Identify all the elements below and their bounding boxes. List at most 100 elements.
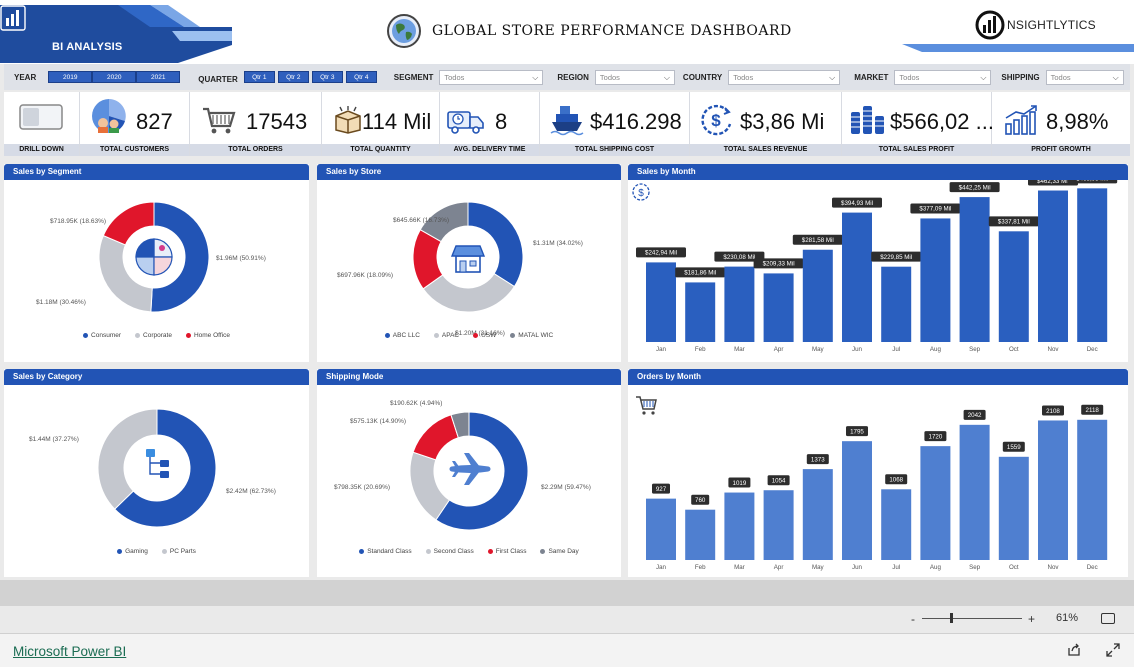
quarter-3-button[interactable]: Qtr 3	[311, 71, 343, 83]
bar-dec[interactable]	[1077, 188, 1108, 342]
legend-dot	[161, 549, 167, 554]
zoom-in-button[interactable]: +	[1028, 612, 1035, 626]
x-tick-label: Jun	[852, 564, 863, 571]
data-label: 760	[695, 497, 706, 504]
bar-jun[interactable]	[842, 212, 872, 342]
data-label: $442,25 Mil	[959, 184, 991, 191]
legend-item[interactable]: PC Parts	[161, 548, 196, 555]
bar-mar[interactable]	[724, 492, 755, 560]
bar-apr[interactable]	[763, 273, 794, 342]
bar-aug[interactable]	[920, 446, 951, 560]
year-2021-button[interactable]: 2021	[136, 71, 181, 83]
market-dropdown[interactable]: Todos ⌵	[894, 69, 992, 85]
legend-item[interactable]: Second Class	[425, 548, 474, 555]
total-customers-value: 827	[136, 109, 173, 134]
legend-item[interactable]: APAC	[433, 332, 459, 339]
x-tick-label: Feb	[695, 346, 706, 353]
panel-title: Sales by Month	[628, 164, 1128, 180]
logo-text: NSIGHTLYTICS	[1007, 18, 1096, 32]
quarter-1-button[interactable]: Qtr 1	[243, 71, 275, 83]
bar-may[interactable]	[802, 249, 833, 342]
quarter-2-button[interactable]: Qtr 2	[277, 71, 309, 83]
zoom-slider-handle[interactable]	[950, 613, 953, 623]
svg-text:$: $	[711, 111, 721, 130]
panel-title: Sales by Store	[317, 164, 621, 180]
header-stripe	[902, 44, 1134, 52]
box-icon	[335, 106, 361, 134]
legend-item[interactable]: Standard Class	[359, 548, 412, 555]
shipping-dropdown[interactable]: Todos ⌵	[1045, 69, 1124, 85]
legend-item[interactable]: USW	[473, 332, 496, 339]
hierarchy-icon	[146, 449, 169, 478]
legend-item[interactable]: Corporate	[135, 332, 172, 339]
bar-may[interactable]	[802, 469, 833, 560]
legend-item[interactable]: ABC LLC	[384, 332, 420, 339]
quarter-4-button[interactable]: Qtr 4	[345, 71, 377, 83]
data-label: $242,94 Mil	[645, 250, 677, 257]
legend-item[interactable]: Gaming	[117, 548, 148, 555]
x-tick-label: Jan	[656, 346, 667, 353]
fit-to-page-icon[interactable]	[1101, 613, 1115, 624]
legend-item[interactable]: First Class	[487, 548, 526, 555]
donut-slice-pc-parts[interactable]	[97, 408, 158, 510]
bar-jan[interactable]	[646, 498, 676, 560]
legend-label: Home Office	[193, 332, 230, 339]
legend-dot	[185, 333, 191, 338]
toggle-icon[interactable]	[19, 104, 63, 130]
logo-mark-icon	[975, 10, 1005, 40]
fullscreen-icon[interactable]	[1106, 643, 1120, 657]
x-tick-label: Mar	[734, 346, 745, 353]
data-label: 2042	[968, 412, 982, 419]
legend-label: MATAL WIC	[518, 332, 554, 339]
bar-sep[interactable]	[959, 424, 990, 560]
legend-item[interactable]: Consumer	[83, 332, 121, 339]
total-quantity-value: 114 Mil	[362, 109, 432, 134]
shipping-mode-panel: Shipping Mode $2.29M (59.47%) $798.35K (2…	[317, 369, 621, 577]
bar-nov[interactable]	[1038, 420, 1068, 560]
bar-dec[interactable]	[1077, 419, 1108, 560]
sales-by-month-panel: Sales by Month $ $242,94 Mil Jan $181,86 M…	[628, 164, 1128, 362]
bar-oct[interactable]	[998, 456, 1029, 560]
country-dropdown[interactable]: Todos ⌵	[728, 69, 841, 85]
filter-bar: YEAR 2019 2020 2021 QUARTER Qtr 1 Qtr 2 …	[4, 64, 1130, 90]
x-tick-label: Oct	[1009, 564, 1019, 571]
donut-slice-abc-llc[interactable]	[467, 201, 524, 288]
legend-label: Second Class	[433, 548, 474, 555]
donut-slice-first-class[interactable]	[412, 414, 459, 461]
bar-jun[interactable]	[842, 441, 872, 560]
bar-apr[interactable]	[763, 490, 794, 560]
x-tick-label: Apr	[774, 346, 784, 353]
bar-mar[interactable]	[724, 266, 755, 342]
bar-aug[interactable]	[920, 218, 951, 342]
bar-nov[interactable]	[1038, 190, 1068, 342]
drill-down-card[interactable]: DRILL DOWN	[4, 92, 80, 156]
region-dropdown[interactable]: Todos ⌵	[594, 69, 675, 85]
segment-dropdown[interactable]: Todos ⌵	[439, 69, 544, 85]
bar-feb[interactable]	[685, 282, 716, 342]
bar-sep[interactable]	[959, 197, 990, 342]
bar-oct[interactable]	[998, 231, 1029, 342]
bar-jan[interactable]	[646, 262, 676, 342]
panel-title: Shipping Mode	[317, 369, 621, 385]
year-2019-button[interactable]: 2019	[48, 71, 93, 83]
year-2020-button[interactable]: 2020	[92, 71, 137, 83]
sales-revenue-label: TOTAL SALES REVENUE	[690, 144, 841, 156]
bar-feb[interactable]	[685, 509, 716, 560]
market-value: Todos	[899, 72, 920, 82]
data-label: $462,33 Mil	[1037, 180, 1069, 185]
shipping-cost-value: $416.298	[590, 109, 682, 134]
bar-jul[interactable]	[881, 489, 912, 560]
zoom-slider-track[interactable]	[922, 618, 1022, 619]
legend-item[interactable]: Home Office	[185, 332, 230, 339]
powerbi-link[interactable]: Microsoft Power BI	[13, 644, 126, 659]
market-label: MARKET	[854, 72, 889, 82]
revenue-dollar-icon: $	[701, 104, 732, 136]
orders-by-month-chart: 927 Jan 760 Feb 1019 Mar 1054 Apr 1373 May 1795 Jun…	[636, 396, 1108, 571]
share-icon[interactable]	[1067, 643, 1081, 657]
bi-analysis-badge: BI ANALYSIS	[0, 5, 232, 63]
legend-item[interactable]: MATAL WIC	[510, 332, 553, 339]
x-tick-label: Jul	[892, 564, 900, 571]
zoom-out-button[interactable]: -	[911, 612, 915, 626]
legend-item[interactable]: Same Day	[540, 548, 579, 555]
bar-jul[interactable]	[881, 266, 912, 342]
